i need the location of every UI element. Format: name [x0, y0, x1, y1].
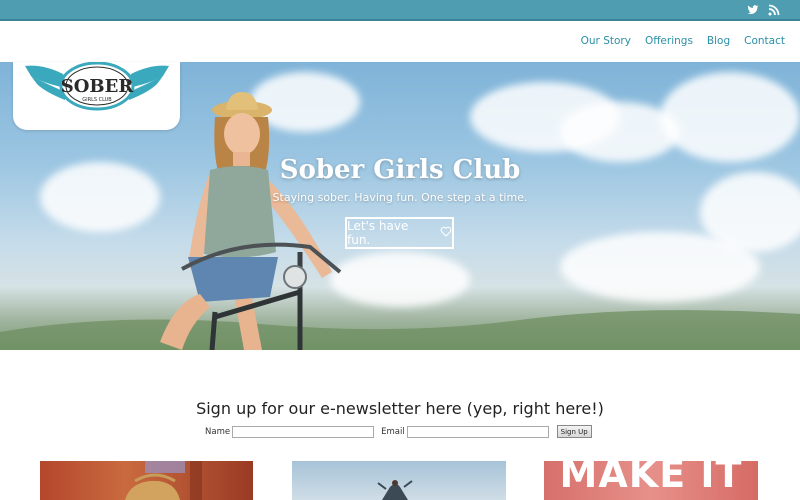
site-logo[interactable]: SOBER GIRLS CLUB — [13, 62, 180, 130]
nav-item-our-story[interactable]: Our Story — [581, 35, 631, 47]
logo-word: SOBER — [61, 76, 135, 97]
sober-girls-club-logo: SOBER GIRLS CLUB — [25, 62, 169, 111]
thumbnail-image — [377, 480, 413, 500]
email-field[interactable] — [406, 425, 549, 438]
offering-thumbnail[interactable] — [40, 461, 253, 500]
nav-item-contact[interactable]: Contact — [744, 35, 785, 47]
nav-item-blog[interactable]: Blog — [707, 35, 730, 47]
offering-thumbnail[interactable]: MAKE IT — [544, 461, 758, 500]
heart-icon — [440, 226, 452, 240]
nav-item-offerings[interactable]: Offerings — [645, 35, 693, 47]
hero-subtitle: Staying sober. Having fun. One step at a… — [272, 191, 528, 204]
hero-button-label: Let's have fun. — [347, 219, 409, 247]
sign-up-button[interactable]: Sign Up — [556, 425, 592, 438]
site-header: Our Story Offerings Blog Contact — [0, 21, 800, 62]
main-nav: Our Story Offerings Blog Contact — [581, 35, 785, 47]
rss-icon[interactable] — [768, 3, 780, 16]
name-label: Name — [205, 426, 231, 437]
top-bar — [0, 0, 800, 21]
thumbnail-image — [125, 461, 202, 500]
name-field[interactable] — [232, 425, 375, 438]
newsletter-form: Name Email Sign Up — [205, 425, 592, 438]
thumbnail-caption: MAKE IT — [559, 461, 743, 496]
email-label: Email — [381, 426, 405, 437]
hero-title: Sober Girls Club — [279, 155, 521, 185]
offering-thumbnail[interactable] — [292, 461, 506, 500]
social-links — [747, 3, 780, 16]
lets-have-fun-button[interactable]: Let's have fun. — [345, 217, 454, 249]
logo-subtext: GIRLS CLUB — [82, 97, 112, 103]
newsletter-title: Sign up for our e-newsletter here (yep, … — [196, 399, 604, 418]
twitter-icon[interactable] — [747, 3, 759, 15]
